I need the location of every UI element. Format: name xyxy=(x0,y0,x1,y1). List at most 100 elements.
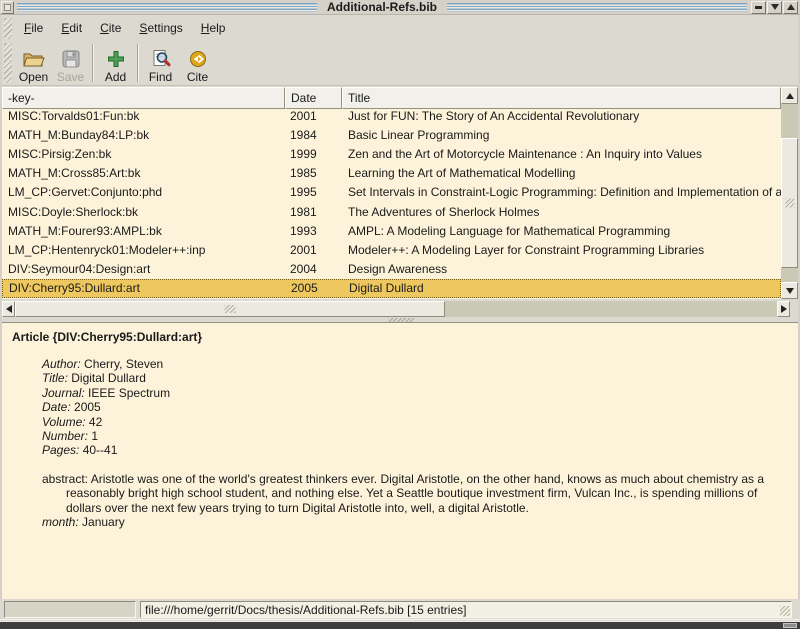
menubar: File Edit Cite Settings Help xyxy=(2,16,798,41)
minimize-button[interactable] xyxy=(751,1,766,14)
find-button[interactable]: Find xyxy=(142,41,179,85)
menu-help[interactable]: Help xyxy=(192,16,235,41)
table-row[interactable]: MISC:Torvalds01:Fun:bk 2001 Just for FUN… xyxy=(2,109,781,125)
field-number: Number: 1 xyxy=(42,429,770,443)
save-button[interactable]: Save xyxy=(52,41,89,85)
field-label: month: xyxy=(42,515,79,529)
field-value: IEEE Spectrum xyxy=(88,386,170,400)
table-row[interactable]: LM_CP:Hentenryck01:Modeler++:inp 2001 Mo… xyxy=(2,240,781,259)
maximize-button[interactable] xyxy=(767,1,782,14)
column-header-title[interactable]: Title xyxy=(342,87,781,109)
thumb-grip-icon xyxy=(225,305,236,313)
field-title: Title: Digital Dullard xyxy=(42,371,770,385)
scroll-left-button[interactable] xyxy=(2,301,15,317)
menubar-drag-handle[interactable] xyxy=(4,18,12,39)
field-author: Author: Cherry, Steven xyxy=(42,357,770,371)
row-title: Basic Linear Programming xyxy=(342,128,781,142)
row-key: MATH_M:Cross85:Art:bk xyxy=(2,166,285,180)
scroll-up-button[interactable] xyxy=(781,87,798,104)
cite-coin-icon xyxy=(186,48,209,70)
statusbar: file:///home/gerrit/Docs/thesis/Addition… xyxy=(0,599,800,620)
row-key: MISC:Pirsig:Zen:bk xyxy=(2,147,285,161)
list-header: -key- Date Title xyxy=(2,87,781,109)
field-date: Date: 2005 xyxy=(42,400,770,414)
row-key: DIV:Seymour04:Design:art xyxy=(2,262,285,276)
field-value: Cherry, Steven xyxy=(84,357,163,371)
table-row[interactable]: LM_CP:Gervet:Conjunto:phd 1995 Set Inter… xyxy=(2,183,781,202)
table-row[interactable]: MISC:Doyle:Sherlock:bk 1981 The Adventur… xyxy=(2,202,781,221)
table-row[interactable]: MATH_M:Fourer93:AMPL:bk 1993 AMPL: A Mod… xyxy=(2,221,781,240)
resize-grip-icon[interactable] xyxy=(780,606,790,616)
table-row[interactable]: DIV:Seymour04:Design:art 2004 Design Awa… xyxy=(2,260,781,279)
row-date: 1984 xyxy=(285,128,342,142)
row-key: MISC:Doyle:Sherlock:bk xyxy=(2,205,285,219)
magnifier-document-icon xyxy=(150,48,172,70)
scroll-right-button[interactable] xyxy=(777,301,790,317)
field-value: Digital Dullard xyxy=(71,371,146,385)
add-button[interactable]: Add xyxy=(97,41,134,85)
table-row[interactable]: MATH_M:Cross85:Art:bk 1985 Learning the … xyxy=(2,164,781,183)
titlebar-stripes-right xyxy=(447,3,747,12)
window-menu-icon xyxy=(4,4,11,11)
thumb-grip-icon xyxy=(785,199,794,208)
row-date: 2005 xyxy=(286,281,343,295)
row-key: LM_CP:Hentenryck01:Modeler++:inp xyxy=(2,243,285,257)
minimize-icon xyxy=(755,6,762,9)
horizontal-scrollbar[interactable] xyxy=(2,301,790,317)
toolbar-separator xyxy=(92,44,94,82)
row-date: 1981 xyxy=(285,205,342,219)
horizontal-scrollbar-thumb[interactable] xyxy=(15,301,445,317)
scroll-down-button[interactable] xyxy=(781,282,798,299)
arrow-up-icon xyxy=(786,93,794,99)
cite-button[interactable]: Cite xyxy=(179,41,216,85)
field-label: Author: xyxy=(42,357,81,371)
table-row-selected[interactable]: DIV:Cherry95:Dullard:art 2005 Digital Du… xyxy=(2,279,781,298)
menu-edit[interactable]: Edit xyxy=(52,16,91,41)
entry-detail-pane: Article {DIV:Cherry95:Dullard:art} Autho… xyxy=(2,322,798,599)
field-value: 1 xyxy=(91,429,98,443)
reference-list: -key- Date Title MISC:Torvalds01:Fun:bk … xyxy=(2,87,781,299)
statusbar-progress-box xyxy=(4,601,136,618)
field-label: abstract: xyxy=(42,472,88,486)
row-date: 1995 xyxy=(285,185,342,199)
shade-button[interactable] xyxy=(783,1,798,14)
vertical-scrollbar[interactable] xyxy=(781,87,798,299)
row-date: 1985 xyxy=(285,166,342,180)
row-key: DIV:Cherry95:Dullard:art xyxy=(3,281,286,295)
list-rows: MISC:Torvalds01:Fun:bk 2001 Just for FUN… xyxy=(2,109,781,299)
menu-settings[interactable]: Settings xyxy=(130,16,191,41)
field-label: Title: xyxy=(42,371,68,385)
toolbar-drag-handle[interactable] xyxy=(4,43,12,83)
folder-open-icon xyxy=(22,48,45,70)
table-row[interactable]: MISC:Pirsig:Zen:bk 1999 Zen and the Art … xyxy=(2,144,781,163)
window-border-bottom xyxy=(0,621,800,629)
statusbar-text: file:///home/gerrit/Docs/thesis/Addition… xyxy=(145,603,466,617)
field-value: 40--41 xyxy=(83,443,118,457)
spacer xyxy=(42,458,770,472)
toolbar-separator xyxy=(137,44,139,82)
field-value: 42 xyxy=(89,415,102,429)
field-label: Pages: xyxy=(42,443,79,457)
window-menu-button[interactable] xyxy=(1,1,14,14)
row-key: MISC:Torvalds01:Fun:bk xyxy=(2,109,285,123)
row-date: 2001 xyxy=(285,243,342,257)
menu-cite[interactable]: Cite xyxy=(91,16,130,41)
row-title: Learning the Art of Mathematical Modelli… xyxy=(342,166,781,180)
field-label: Date: xyxy=(42,400,71,414)
statusbar-message: file:///home/gerrit/Docs/thesis/Addition… xyxy=(140,601,792,618)
floppy-disk-icon xyxy=(60,48,82,70)
find-label: Find xyxy=(149,71,172,84)
column-header-date[interactable]: Date xyxy=(285,87,342,109)
open-button[interactable]: Open xyxy=(15,41,52,85)
table-row[interactable]: MATH_M:Bunday84:LP:bk 1984 Basic Linear … xyxy=(2,125,781,144)
window-resize-handle[interactable] xyxy=(783,623,797,628)
column-header-key[interactable]: -key- xyxy=(2,87,285,109)
plus-icon xyxy=(105,48,127,70)
field-label: Number: xyxy=(42,429,88,443)
titlebar-stripes-left xyxy=(17,3,317,12)
menu-file[interactable]: File xyxy=(15,16,52,41)
open-label: Open xyxy=(19,71,48,84)
row-key: LM_CP:Gervet:Conjunto:phd xyxy=(2,185,285,199)
toolbar: Open Save Add xyxy=(2,41,798,86)
vertical-scrollbar-thumb[interactable] xyxy=(781,138,798,268)
